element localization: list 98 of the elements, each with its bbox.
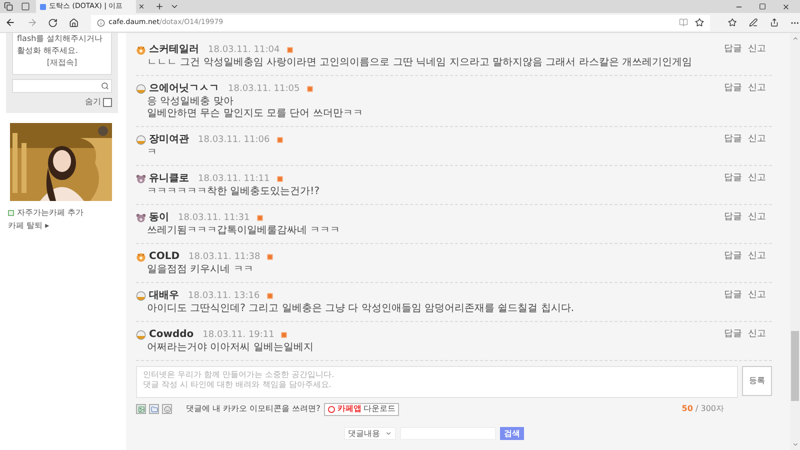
comment-author[interactable]: 동이	[149, 213, 169, 223]
home-icon[interactable]	[68, 18, 79, 28]
comment-author[interactable]: 유니클로	[149, 174, 189, 184]
image-icon[interactable]	[136, 404, 146, 414]
report-link[interactable]: 신고	[748, 135, 766, 145]
folder-icon[interactable]	[149, 404, 159, 414]
comment-text: 일을점점 키우시네 ㅋㅋ	[146, 264, 254, 276]
avatar-icon	[136, 252, 146, 262]
comment-author[interactable]: COLD	[149, 252, 180, 262]
new-icon	[276, 137, 283, 143]
close-tab-icon[interactable]	[138, 3, 145, 10]
reconnect-link[interactable]: [재접속]	[17, 57, 107, 69]
report-link[interactable]: 신고	[748, 84, 766, 94]
submit-button[interactable]: 등록	[742, 366, 772, 396]
comment-time: 18.03.11. 13:16	[188, 292, 260, 300]
new-icon	[286, 47, 293, 53]
report-link[interactable]: 신고	[748, 252, 766, 262]
new-icon	[267, 254, 274, 260]
star-icon[interactable]	[695, 18, 704, 27]
comment-time: 18.03.11. 11:38	[188, 252, 260, 262]
reply-link[interactable]: 답글	[724, 252, 742, 262]
new-icon	[256, 215, 263, 221]
avatar-icon	[136, 330, 146, 340]
comment-time: 18.03.11. 11:31	[178, 214, 250, 222]
avatar-icon	[136, 213, 146, 223]
avatar-icon	[136, 84, 146, 94]
new-icon	[266, 293, 273, 299]
report-link[interactable]: 신고	[748, 291, 766, 301]
favorite-icon	[8, 210, 14, 216]
leave-cafe-link[interactable]: 카페 탈퇴 ▸	[8, 220, 118, 232]
scrollbar-thumb[interactable]	[791, 331, 799, 401]
maximize-icon[interactable]	[759, 3, 766, 10]
add-favorite-link[interactable]: 자주가는카페 추가	[17, 207, 84, 219]
tabs-icon[interactable]	[4, 2, 13, 11]
scroll-up-icon[interactable]	[792, 35, 798, 42]
pen-icon[interactable]	[748, 18, 758, 27]
scrollbar[interactable]	[790, 33, 800, 450]
search-button[interactable]: 검색	[500, 427, 524, 440]
reply-link[interactable]: 답글	[724, 84, 742, 94]
report-link[interactable]: 신고	[748, 213, 766, 223]
avatar-icon	[136, 291, 146, 301]
comment-time: 18.03.11. 11:04	[208, 46, 280, 54]
app-download-button[interactable]: 카페앱 다운로드	[324, 402, 400, 416]
share-icon[interactable]	[770, 18, 778, 27]
scroll-down-icon[interactable]	[792, 441, 798, 448]
close-icon[interactable]	[782, 2, 790, 10]
character-count: 50 / 300자	[682, 403, 724, 415]
notice-text: 활성화 해주세요.	[17, 45, 80, 57]
comment-author[interactable]: 스커테일러	[149, 45, 199, 55]
chevron-down-icon[interactable]	[170, 2, 179, 11]
avatar-icon	[136, 135, 146, 145]
new-icon	[306, 86, 313, 92]
new-icon	[281, 332, 288, 338]
avatar-icon	[136, 45, 146, 55]
comment-time: 18.03.11. 19:11	[202, 330, 274, 340]
favicon-icon	[40, 4, 46, 10]
new-icon	[276, 176, 283, 182]
new-tab-icon[interactable]	[155, 2, 164, 11]
refresh-icon[interactable]	[48, 18, 58, 28]
info-icon[interactable]	[96, 18, 105, 26]
emoticon-icon[interactable]	[162, 404, 172, 414]
report-link[interactable]: 신고	[748, 174, 766, 184]
comment-time: 18.03.11. 11:11	[198, 174, 270, 184]
chevron-down-icon[interactable]	[385, 430, 392, 437]
comment-time: 18.03.11. 11:06	[198, 136, 270, 144]
comment-text: ㄴㄴㄴ 그건 악성일베충임 사랑이라면 고인의이름으로 그딴 닉네임 지으라고 말하지않음 그래서 라스칼은 개쓰레기인게임	[146, 57, 693, 69]
notice-text: flash를 설치해주시거나	[17, 33, 104, 45]
reply-link[interactable]: 답글	[724, 45, 742, 55]
tab-aside-icon[interactable]	[21, 2, 30, 11]
comment-author[interactable]: 대배우	[149, 291, 179, 301]
avatar-icon	[136, 174, 146, 184]
comment-text: ㅋ	[146, 147, 158, 159]
favorites-icon[interactable]	[728, 18, 737, 27]
comment-author[interactable]: 으에어닛ㄱㅅㄱ	[149, 84, 219, 94]
report-link[interactable]: 신고	[748, 45, 766, 55]
reply-link[interactable]: 답글	[724, 291, 742, 301]
comment-text: 쓰레기됨ㅋㅋㅋ갑톡이일베룰감싸네 ㅋㅋㅋ	[146, 225, 342, 237]
reply-link[interactable]: 답글	[724, 174, 742, 184]
reply-link[interactable]: 답글	[724, 213, 742, 223]
report-link[interactable]: 신고	[748, 330, 766, 340]
hide-checkbox[interactable]	[103, 98, 112, 106]
search-scope-select[interactable]: 댓글내용	[344, 427, 396, 440]
comment-text: 응 악성일베충 맞아	[146, 96, 234, 108]
hide-label: 숨기	[85, 96, 101, 108]
search-icon[interactable]	[101, 82, 109, 90]
comment-author[interactable]: Cowddo	[149, 330, 194, 340]
comment-text: 일베안하면 무슨 말인지도 모를 단어 쓰더만ㅋㅋ	[146, 108, 364, 120]
comment-time: 18.03.11. 11:05	[228, 84, 300, 94]
comment-input[interactable]: 인터넷은 우리가 함께 만들어가는 소중한 공간입니다. 댓글 작성 시 타인에 대한 배려와 책임을 담아주세요.	[136, 366, 738, 398]
comment-text: 어쩌라는거야 이아저씨 일베는일베지	[146, 342, 314, 354]
reply-link[interactable]: 답글	[724, 135, 742, 145]
search-field[interactable]	[12, 79, 112, 93]
comment-text: 아이디도 그딴식인데? 그리고 일베충은 그냥 다 악성인애들임 암덩어리존재를 쉴드칠걸 칩시다.	[146, 303, 576, 315]
comment-text: ㅋㅋㅋㅋㅋㅋ착한 일베충도있는건가!?	[146, 186, 320, 198]
reply-link[interactable]: 답글	[724, 330, 742, 340]
back-icon[interactable]	[5, 17, 16, 28]
comment-author[interactable]: 장미여관	[149, 135, 189, 145]
emoticon-prompt: 댓글에 내 카카오 이모티콘을 쓰려면?	[186, 403, 320, 415]
